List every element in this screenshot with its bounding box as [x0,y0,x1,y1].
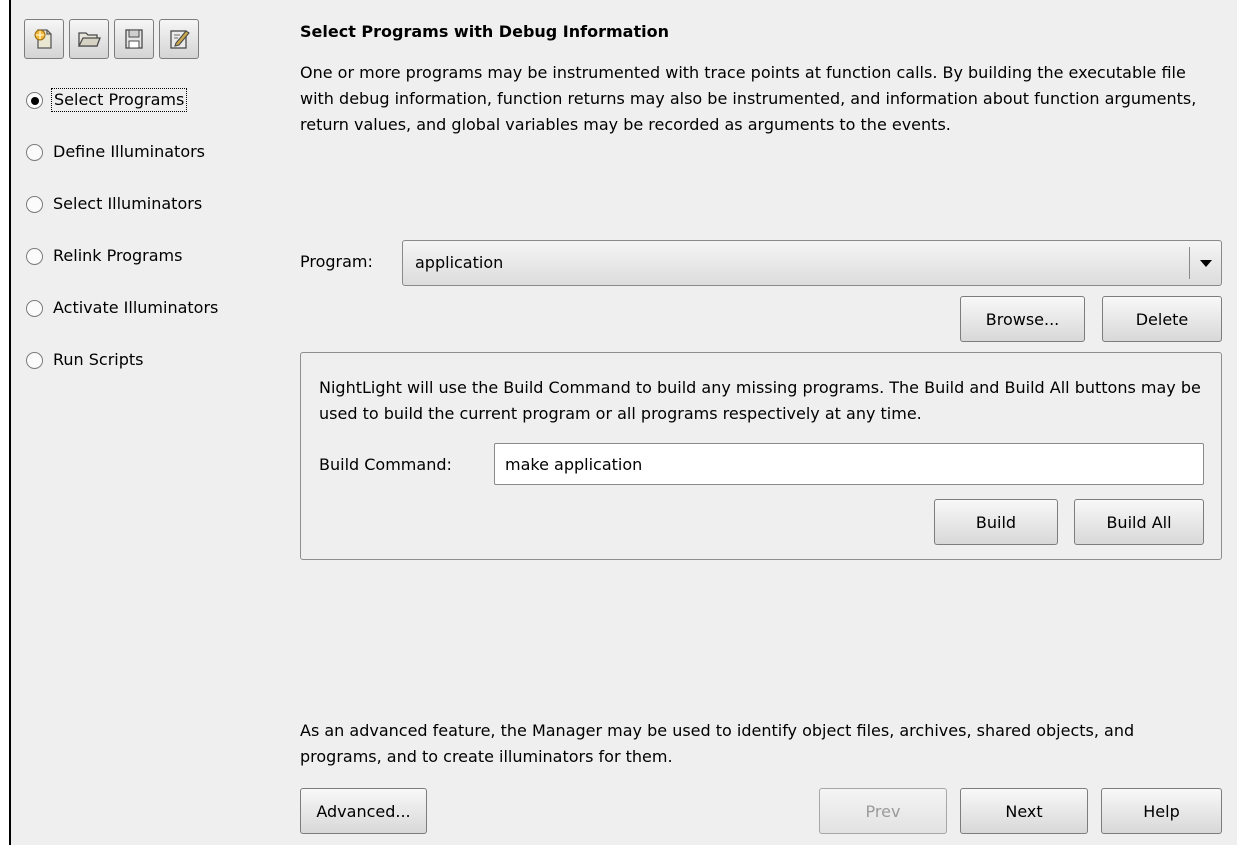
save-icon [125,29,143,49]
build-all-button[interactable]: Build All [1074,499,1204,545]
edit-icon [170,30,190,49]
edit-button[interactable] [159,19,199,59]
page-title: Select Programs with Debug Information [300,22,669,41]
radio-button[interactable] [26,91,43,109]
new-project-button[interactable] [24,19,64,59]
save-button[interactable] [114,19,154,59]
step-label: Select Programs [51,88,188,112]
build-group: NightLight will use the Build Command to… [300,352,1222,560]
step-label: Run Scripts [53,350,144,369]
help-button[interactable]: Help [1101,788,1222,834]
radio-button[interactable] [26,195,43,213]
build-command-input[interactable] [494,443,1204,485]
program-row: Program: application [300,240,1230,286]
build-command-label: Build Command: [319,455,452,474]
open-button[interactable] [69,19,109,59]
new-project-icon [34,29,52,49]
prev-button[interactable]: Prev [819,788,947,834]
radio-button[interactable] [26,143,43,161]
step-label: Relink Programs [53,246,183,265]
wizard-window: Select Programs Define Illuminators Sele… [9,0,1237,845]
step-list: Select Programs Define Illuminators Sele… [26,74,220,386]
step-activate-illuminators[interactable]: Activate Illuminators [26,282,220,334]
main-panel: Select Programs with Debug Information O… [300,0,1230,845]
program-dropdown[interactable]: application [402,240,1222,286]
radio-button[interactable] [26,247,43,265]
step-select-illuminators[interactable]: Select Illuminators [26,178,220,230]
intro-text: One or more programs may be instrumented… [300,63,1197,134]
program-dropdown-value: application [415,253,504,272]
radio-button[interactable] [26,351,43,369]
dropdown-divider [1189,247,1190,279]
advanced-description: As an advanced feature, the Manager may … [300,721,1135,766]
build-description: NightLight will use the Build Command to… [319,378,1201,423]
chevron-down-icon[interactable] [1200,260,1212,267]
open-folder-icon [77,32,101,47]
step-relink-programs[interactable]: Relink Programs [26,230,220,282]
step-select-programs[interactable]: Select Programs [26,74,220,126]
step-run-scripts[interactable]: Run Scripts [26,334,220,386]
toolbar [24,19,199,59]
step-label: Select Illuminators [53,194,203,213]
radio-button[interactable] [26,299,43,317]
step-label: Define Illuminators [53,142,206,161]
advanced-button[interactable]: Advanced... [300,788,427,834]
step-define-illuminators[interactable]: Define Illuminators [26,126,220,178]
delete-button[interactable]: Delete [1102,296,1222,342]
step-label: Activate Illuminators [53,298,219,317]
browse-button[interactable]: Browse... [960,296,1085,342]
build-button[interactable]: Build [934,499,1058,545]
sidebar: Select Programs Define Illuminators Sele… [11,0,291,845]
program-label: Program: [300,252,373,271]
next-button[interactable]: Next [960,788,1088,834]
